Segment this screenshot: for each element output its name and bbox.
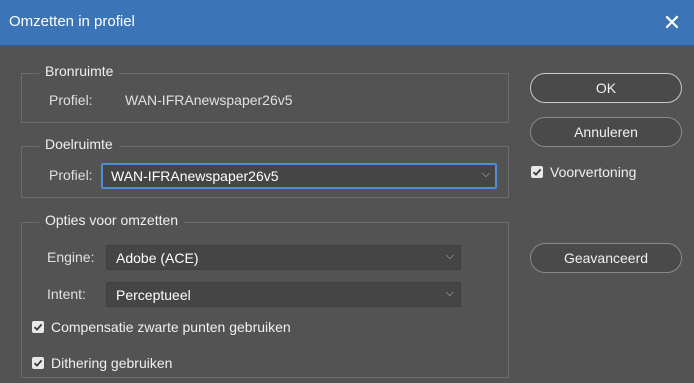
ok-button[interactable]: OK (530, 73, 682, 103)
black-point-compensation-checkbox[interactable]: Compensatie zwarte punten gebruiken (32, 319, 352, 337)
window-title: Omzetten in profiel (9, 13, 135, 30)
checkbox-checked-icon (531, 166, 543, 178)
intent-select[interactable]: Perceptueel ⌵ (106, 282, 461, 307)
source-profile-label: Profiel: (49, 92, 93, 108)
close-icon[interactable]: ✕ (658, 9, 686, 37)
title-bar: Omzetten in profiel ✕ (0, 0, 694, 46)
destination-profile-select[interactable]: WAN-IFRAnewspaper26v5 ⌵ (101, 163, 497, 189)
engine-label: Engine: (47, 249, 95, 265)
destination-space-group: Doelruimte Profiel: WAN-IFRAnewspaper26v… (21, 136, 509, 198)
chevron-down-icon: ⌵ (445, 287, 454, 299)
engine-value: Adobe (ACE) (116, 250, 199, 266)
dithering-label: Dithering gebruiken (51, 355, 173, 371)
cancel-button[interactable]: Annuleren (530, 117, 682, 147)
source-space-legend: Bronruimte (39, 63, 120, 79)
checkbox-checked-icon (32, 321, 44, 333)
chevron-down-icon: ⌵ (481, 168, 490, 180)
advanced-button[interactable]: Geavanceerd (530, 243, 682, 273)
destination-space-legend: Doelruimte (39, 136, 119, 152)
engine-select[interactable]: Adobe (ACE) ⌵ (106, 245, 461, 270)
destination-profile-value: WAN-IFRAnewspaper26v5 (111, 168, 279, 184)
intent-value: Perceptueel (116, 287, 191, 303)
chevron-down-icon: ⌵ (445, 250, 454, 262)
black-point-compensation-label: Compensatie zwarte punten gebruiken (51, 319, 291, 335)
dithering-checkbox[interactable]: Dithering gebruiken (32, 355, 232, 373)
preview-label: Voorvertoning (550, 164, 637, 180)
conversion-options-legend: Opties voor omzetten (39, 212, 185, 228)
preview-checkbox[interactable]: Voorvertoning (531, 164, 681, 182)
intent-label: Intent: (47, 286, 86, 302)
source-space-group: Bronruimte Profiel: WAN-IFRAnewspaper26v… (21, 63, 509, 123)
checkbox-checked-icon (32, 357, 44, 369)
conversion-options-group: Opties voor omzetten Engine: Adobe (ACE)… (21, 212, 509, 378)
source-profile-value: WAN-IFRAnewspaper26v5 (125, 92, 293, 108)
destination-profile-label: Profiel: (49, 167, 93, 183)
